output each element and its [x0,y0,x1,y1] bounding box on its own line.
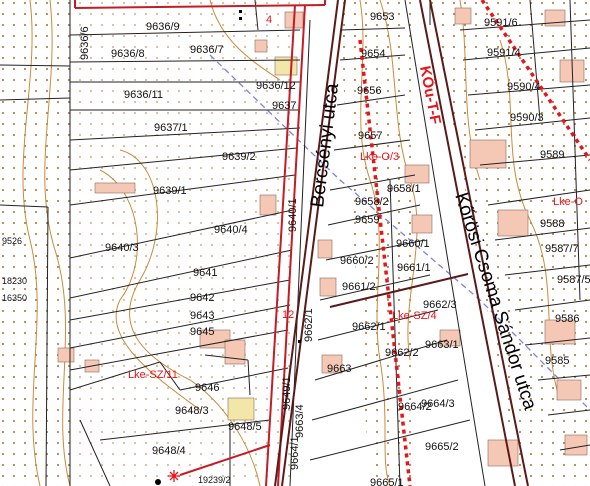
parcel-number: 9636/6 [79,26,91,60]
parcel-number: 9591/6 [484,17,518,29]
parcel-number: 9662/1 [303,308,315,342]
parcel-number: 9664/1 [289,436,301,470]
parcel-number: 9662/2 [385,347,419,359]
parcel-number: 9641 [193,267,217,279]
parcel-number: 9639/1 [153,185,187,197]
parcel-number: 9660/1 [396,238,430,250]
street-bercsenyi: Bercsényi utca [307,82,343,209]
parcel-number: 9640/1 [287,198,299,232]
parcel-number: 9648/3 [175,405,209,417]
parcel-number: 9663/1 [425,339,459,351]
parcel-number: 9640/3 [105,242,139,254]
parcel-number: 9661/2 [342,281,376,293]
zone-label-lke-sz11: Lke-SZ/11 [128,369,178,381]
parcel-number: 9662/1 [352,321,386,333]
parcel-number: 9589 [540,149,564,161]
left-num-3: 16350 [2,293,27,303]
parcel-number: 9636/7 [190,44,224,56]
marker-4: 4 [266,14,272,26]
parcel-number: 9645 [190,326,214,338]
marker-12: 12 [282,309,294,321]
parcel-number: 9588 [540,218,564,230]
parcel-number: 9653 [370,11,394,23]
left-num-1: 9526 [2,236,22,246]
map-svg: Bercsényi utca Kőrösi Csoma Sándor utca … [0,0,590,486]
parcel-number: 9658/1 [387,183,421,195]
parcel-number: 9637/1 [154,122,188,134]
parcel-number: 9639/2 [222,151,256,163]
parcel-number: 9661/1 [397,262,431,274]
parcel-number: 9664/3 [421,398,455,410]
parcel-number: 9643 [190,310,214,322]
parcel-number: 9587/7 [545,243,579,255]
zone-label-lke-sz4: Lke-SZ/4 [392,310,437,322]
parcel-number: 9585 [545,355,569,367]
parcel-number: 9656 [357,85,381,97]
parcel-number: 9646 [195,382,219,394]
parcel-number: 9660/2 [340,255,374,267]
parcel-number: 9642 [190,292,214,304]
parcel-number: 9648/4 [152,445,186,457]
parcel-number: 9640/4 [214,224,248,236]
left-num-2: 18230 [2,276,27,286]
parcel-number: 9636/9 [146,21,180,33]
map-canvas[interactable]: Bercsényi utca Kőrösi Csoma Sándor utca … [0,0,590,486]
parcel-number: 9636/8 [111,48,145,60]
parcel-number: 9590/3 [510,112,544,124]
parcel-number: 9665/2 [425,441,459,453]
bottom-num: 19239/2 [198,475,231,485]
parcel-number: 9659 [355,214,379,226]
parcel-number: 9636/11 [124,89,163,101]
parcel-number: 9636/12 [256,80,296,92]
parcel-number: 9648/5 [228,421,262,433]
zone-label-lke-o3: Lke-O/3 [360,151,399,163]
parcel-number: 9654 [361,48,385,60]
parcel-number: 9590/4 [507,81,541,93]
parcel-number: 9658/2 [355,196,389,208]
parcel-number: 9586 [555,313,579,325]
parcel-number: 9637 [272,100,296,112]
parcel-number: 9591/4 [487,47,521,59]
parcel-number: 9665/1 [370,477,404,486]
parcel-number: 9649/1 [281,376,293,410]
point-marker [155,479,161,485]
building-yellow-2 [227,397,255,421]
parcel-number: 9657 [358,130,382,142]
parcel-number: 9663 [327,363,351,375]
parcel-number: 9587/5 [557,274,590,286]
zone-label-lke-o-right: Lke-O [553,196,583,208]
parcel-number: 9663/4 [294,404,306,438]
parcel-number: 9662/3 [423,299,457,311]
